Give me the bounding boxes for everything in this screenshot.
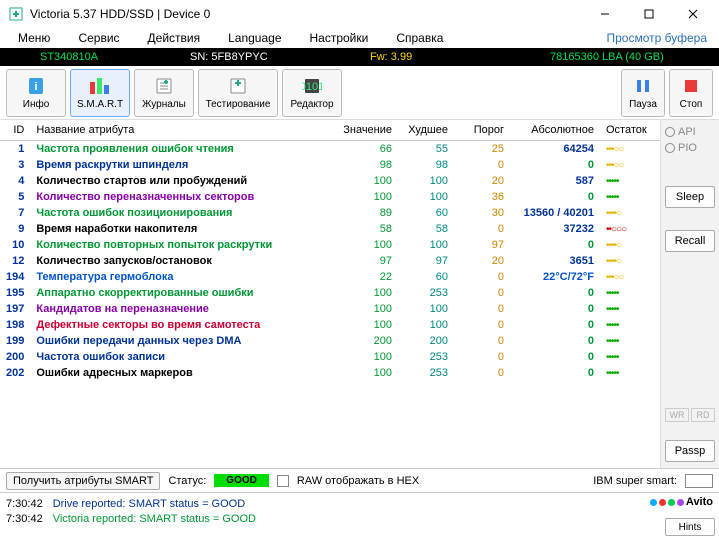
minimize-button[interactable] — [583, 0, 627, 28]
status-label: Статус: — [168, 475, 206, 487]
editor-icon: 0101 — [302, 75, 322, 97]
status-badge: GOOD — [214, 474, 269, 487]
tab-test[interactable]: Тестирование — [198, 69, 278, 117]
rawhex-label: RAW отображать в HEX — [297, 475, 419, 487]
device-firmware: Fw: 3.99 — [370, 51, 550, 63]
stop-button[interactable]: Стоп — [669, 69, 713, 117]
info-icon: i — [26, 75, 46, 97]
smart-icon — [88, 75, 112, 97]
passp-button[interactable]: Passp — [665, 440, 715, 462]
menu-settings[interactable]: Настройки — [296, 29, 383, 47]
tab-info[interactable]: iИнфо — [6, 69, 66, 117]
col-name[interactable]: Название атрибута — [30, 120, 337, 141]
col-val[interactable]: Значение — [337, 120, 398, 141]
supersmart-label: IBM super smart: — [593, 475, 677, 487]
col-abs[interactable]: Абсолютное — [510, 120, 600, 141]
device-serial: SN: 5FB8YPYC — [190, 51, 370, 63]
sleep-button[interactable]: Sleep — [665, 186, 715, 208]
window-title: Victoria 5.37 HDD/SSD | Device 0 — [30, 7, 583, 21]
table-row[interactable]: 7Частота ошибок позиционирования89603013… — [0, 205, 660, 221]
device-lba: 78165360 LBA (40 GB) — [550, 51, 664, 63]
col-worst[interactable]: Худшее — [398, 120, 454, 141]
menu-service[interactable]: Сервис — [64, 29, 133, 47]
recall-button[interactable]: Recall — [665, 230, 715, 252]
wr-button[interactable]: WR — [665, 408, 689, 422]
col-thresh[interactable]: Порог — [454, 120, 510, 141]
rawhex-checkbox[interactable] — [277, 475, 289, 487]
tab-logs[interactable]: Журналы — [134, 69, 194, 117]
test-icon — [228, 75, 248, 97]
table-row[interactable]: 10Количество повторных попыток раскрутки… — [0, 237, 660, 253]
hints-button[interactable]: Hints — [665, 518, 715, 536]
supersmart-value — [685, 474, 713, 488]
menu-viewbuffer[interactable]: Просмотр буфера — [606, 31, 715, 45]
tab-editor[interactable]: 0101Редактор — [282, 69, 342, 117]
table-row[interactable]: 194Температура гермоблока2260022°C/72°F•… — [0, 269, 660, 285]
table-row[interactable]: 9Время наработки накопителя5858037232••○… — [0, 221, 660, 237]
radio-api[interactable]: API — [665, 126, 715, 138]
app-icon — [8, 6, 24, 22]
table-row[interactable]: 198Дефектные секторы во время самотеста1… — [0, 317, 660, 333]
tab-smart[interactable]: S.M.A.R.T — [70, 69, 130, 117]
pause-button[interactable]: Пауза — [621, 69, 665, 117]
table-row[interactable]: 199Ошибки передачи данных через DMA20020… — [0, 333, 660, 349]
menu-main[interactable]: Меню — [4, 29, 64, 47]
log-panel: 7:30:42Drive reported: SMART status = GO… — [0, 493, 661, 540]
svg-text:i: i — [34, 81, 37, 93]
col-rem[interactable]: Остаток — [600, 120, 660, 141]
rd-button[interactable]: RD — [691, 408, 715, 422]
menu-help[interactable]: Справка — [382, 29, 457, 47]
table-row[interactable]: 1Частота проявления ошибок чтения6655256… — [0, 141, 660, 158]
menu-actions[interactable]: Действия — [134, 29, 215, 47]
svg-text:0101: 0101 — [302, 81, 322, 93]
smart-table: ID Название атрибута Значение Худшее Пор… — [0, 120, 660, 381]
table-row[interactable]: 195Аппаратно скорректированные ошибки100… — [0, 285, 660, 301]
close-button[interactable] — [671, 0, 715, 28]
device-model: ST340810A — [0, 51, 190, 63]
col-id[interactable]: ID — [0, 120, 30, 141]
table-row[interactable]: 202Ошибки адресных маркеров10025300••••• — [0, 365, 660, 381]
pause-icon — [634, 75, 652, 97]
table-row[interactable]: 197Кандидатов на переназначение10010000•… — [0, 301, 660, 317]
stop-icon — [682, 75, 700, 97]
device-info-bar: ST340810A SN: 5FB8YPYC Fw: 3.99 78165360… — [0, 48, 719, 66]
menu-language[interactable]: Language — [214, 29, 295, 47]
table-row[interactable]: 3Время раскрутки шпинделя989800•••○○ — [0, 157, 660, 173]
watermark: Avito — [650, 496, 713, 508]
maximize-button[interactable] — [627, 0, 671, 28]
get-smart-button[interactable]: Получить атрибуты SMART — [6, 472, 160, 490]
journal-icon — [154, 75, 174, 97]
radio-pio[interactable]: PIO — [665, 142, 715, 154]
table-row[interactable]: 4Количество стартов или пробуждений10010… — [0, 173, 660, 189]
table-row[interactable]: 12Количество запусков/остановок979720365… — [0, 253, 660, 269]
table-row[interactable]: 200Частота ошибок записи10025300••••• — [0, 349, 660, 365]
table-row[interactable]: 5Количество переназначенных секторов1001… — [0, 189, 660, 205]
